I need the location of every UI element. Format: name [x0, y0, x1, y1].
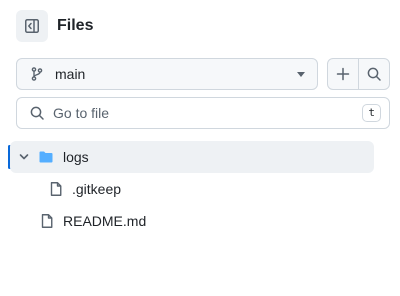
tree-item-file[interactable]: .gitkeep — [0, 173, 374, 205]
files-header: Files — [16, 10, 93, 42]
tree-item-file[interactable]: README.md — [0, 205, 374, 237]
file-actions-group — [327, 58, 390, 90]
search-icon — [30, 106, 44, 120]
go-to-file-input[interactable]: Go to file t — [16, 97, 390, 129]
branch-toolbar: main — [16, 58, 390, 90]
git-branch-icon — [31, 67, 43, 81]
file-icon — [41, 214, 53, 228]
file-icon — [50, 182, 62, 196]
tree-item-label: README.md — [63, 213, 147, 229]
keyboard-shortcut-badge: t — [362, 104, 381, 122]
sidebar-toggle-button[interactable] — [16, 10, 48, 42]
folder-icon — [39, 151, 53, 163]
page-title: Files — [57, 17, 94, 34]
tree-item-label: .gitkeep — [72, 181, 122, 197]
search-icon — [367, 67, 381, 81]
tree-item-label: logs — [63, 149, 89, 165]
search-placeholder: Go to file — [53, 105, 110, 121]
branch-selector-button[interactable]: main — [16, 58, 318, 90]
plus-icon — [336, 67, 350, 81]
chevron-down-icon[interactable] — [16, 149, 32, 165]
tree-item-folder[interactable]: logs — [10, 141, 374, 173]
search-code-button[interactable] — [359, 59, 389, 89]
sidebar-collapse-icon — [25, 19, 39, 33]
chevron-down-icon — [297, 71, 305, 77]
add-file-button[interactable] — [328, 59, 358, 89]
branch-name: main — [55, 66, 86, 82]
